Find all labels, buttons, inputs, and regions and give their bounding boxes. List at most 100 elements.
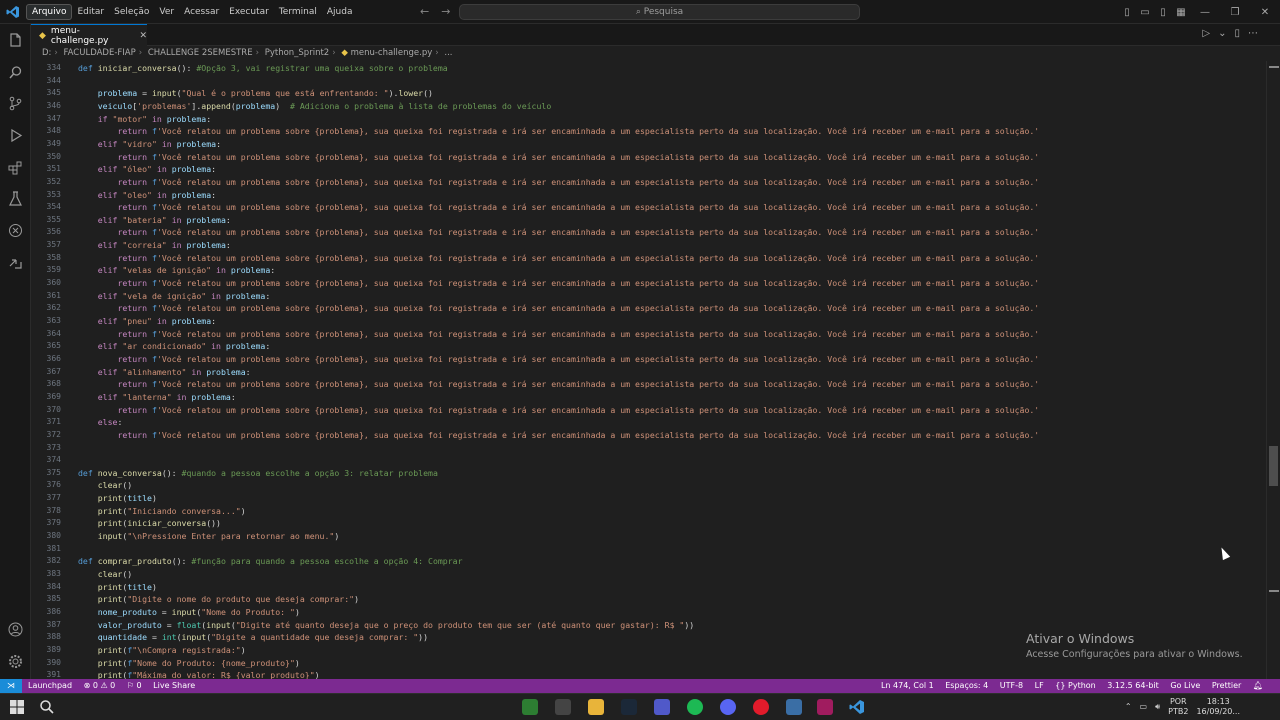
menu-executar[interactable]: Executar xyxy=(224,5,274,19)
menu-ver[interactable]: Ver xyxy=(154,5,179,19)
status-ports[interactable]: ⚐ 0 xyxy=(127,681,142,690)
extensions-icon[interactable] xyxy=(7,159,24,176)
network-icon[interactable]: ▭ xyxy=(1140,702,1148,712)
code-line[interactable]: if "motor" in problema: xyxy=(78,113,211,126)
status-launchpad[interactable]: Launchpad xyxy=(28,681,72,690)
run-debug-icon[interactable] xyxy=(7,127,24,144)
code-line[interactable]: return f'Você relatou um problema sobre … xyxy=(78,302,1039,315)
menu-terminal[interactable]: Terminal xyxy=(274,5,322,19)
code-line[interactable]: veiculo['problemas'].append(problema) # … xyxy=(78,100,552,113)
vscode-taskbar-icon[interactable] xyxy=(849,699,865,715)
back-arrow-icon[interactable]: ← xyxy=(420,5,441,18)
code-line[interactable]: elif "ar condicionado" in problema: xyxy=(78,340,271,353)
breadcrumb-item[interactable]: D: xyxy=(42,48,51,58)
toggle-panel-icon[interactable]: ▭ xyxy=(1136,7,1154,18)
menu-selecao[interactable]: Seleção xyxy=(109,5,154,19)
scrollbar-thumb[interactable] xyxy=(1269,446,1278,486)
code-line[interactable]: def comprar_produto(): #função para quan… xyxy=(78,555,463,568)
windows-start-icon[interactable] xyxy=(9,699,25,715)
status-prettier[interactable]: Prettier xyxy=(1212,681,1241,690)
toggle-sidebar-icon[interactable]: ▯ xyxy=(1118,7,1136,18)
accounts-icon[interactable] xyxy=(7,621,24,638)
vertical-scrollbar[interactable] xyxy=(1266,61,1280,679)
breadcrumb-item[interactable]: Python_Sprint2 xyxy=(265,48,330,58)
app-icon[interactable] xyxy=(786,699,802,715)
code-line[interactable]: return f'Você relatou um problema sobre … xyxy=(78,404,1039,417)
code-line[interactable]: return f'Você relatou um problema sobre … xyxy=(78,353,1039,366)
breadcrumb-item[interactable]: CHALLENGE 2SEMESTRE xyxy=(148,48,253,58)
customize-layout-icon[interactable]: ▦ xyxy=(1172,7,1190,18)
code-line[interactable]: elif "velas de ignição" in problema: xyxy=(78,264,276,277)
code-line[interactable]: return f'Você relatou um problema sobre … xyxy=(78,328,1039,341)
remote-explorer-icon[interactable] xyxy=(7,222,24,239)
code-editor[interactable]: 334 def iniciar_conversa(): #Opção 3, vai… xyxy=(31,61,1280,679)
code-line[interactable]: def iniciar_conversa(): #Opção 3, vai re… xyxy=(78,62,448,75)
explorer-icon[interactable] xyxy=(7,32,24,49)
restore-icon[interactable]: ❐ xyxy=(1220,7,1250,18)
code-line[interactable]: return f'Você relatou um problema sobre … xyxy=(78,176,1039,189)
spotify-icon[interactable] xyxy=(687,699,703,715)
code-line[interactable]: elif "vela de ignição" in problema: xyxy=(78,290,271,303)
code-line[interactable]: return f'Você relatou um problema sobre … xyxy=(78,201,1039,214)
file-explorer-icon[interactable] xyxy=(588,699,604,715)
breadcrumb-item[interactable]: ... xyxy=(444,48,452,58)
code-line[interactable]: elif "oleo" in problema: xyxy=(78,189,216,202)
code-line[interactable]: print(f"Nome do Produto: {nome_produto}"… xyxy=(78,657,300,670)
chevron-down-icon[interactable]: ⌄ xyxy=(1218,28,1234,39)
code-line[interactable]: elif "pneu" in problema: xyxy=(78,315,216,328)
toggle-secondary-sidebar-icon[interactable]: ▯ xyxy=(1154,7,1172,18)
menu-acessar[interactable]: Acessar xyxy=(179,5,224,19)
code-line[interactable]: print(f"\nCompra registrada:") xyxy=(78,644,246,657)
code-line[interactable]: clear() xyxy=(78,568,133,581)
status-problems[interactable]: ⊗ 0 ⚠ 0 xyxy=(84,681,116,690)
code-line[interactable]: else: xyxy=(78,416,123,429)
code-line[interactable]: print("Digite o nome do produto que dese… xyxy=(78,593,359,606)
source-control-icon[interactable] xyxy=(7,95,24,112)
code-line[interactable]: elif "alinhamento" in problema: xyxy=(78,366,251,379)
teams-icon[interactable] xyxy=(654,699,670,715)
breadcrumb-item[interactable]: FACULDADE-FIAP xyxy=(64,48,136,58)
menu-editar[interactable]: Editar xyxy=(72,5,109,19)
status-indentation[interactable]: Espaços: 4 xyxy=(945,681,988,690)
code-line[interactable]: print("Iniciando conversa...") xyxy=(78,505,246,518)
discord-icon[interactable] xyxy=(720,699,736,715)
app-icon[interactable] xyxy=(817,699,833,715)
code-line[interactable]: def nova_conversa(): #quando a pessoa es… xyxy=(78,467,438,480)
code-line[interactable]: return f'Você relatou um problema sobre … xyxy=(78,277,1039,290)
status-language[interactable]: {} Python xyxy=(1055,681,1095,690)
taskbar-search-icon[interactable] xyxy=(39,699,55,715)
status-live-share[interactable]: Live Share xyxy=(153,681,195,690)
code-line[interactable]: problema = input("Qual é o problema que … xyxy=(78,87,433,100)
tray-chevron-up-icon[interactable]: ⌃ xyxy=(1125,702,1132,712)
more-actions-icon[interactable]: ⋯ xyxy=(1248,28,1266,39)
code-line[interactable]: print(f"Máxima do valor: R$ {valor_produ… xyxy=(78,669,320,679)
code-line[interactable]: valor_produto = float(input("Digite até … xyxy=(78,619,695,632)
code-line[interactable]: return f'Você relatou um problema sobre … xyxy=(78,151,1039,164)
code-line[interactable]: nome_produto = input("Nome do Produto: "… xyxy=(78,606,300,619)
close-window-icon[interactable]: ✕ xyxy=(1250,7,1280,18)
app-icon[interactable] xyxy=(555,699,571,715)
manage-gear-icon[interactable] xyxy=(7,653,24,670)
code-line[interactable]: return f'Você relatou um problema sobre … xyxy=(78,429,1039,442)
code-line[interactable]: elif "bateria" in problema: xyxy=(78,214,231,227)
close-tab-icon[interactable]: ✕ xyxy=(139,31,147,41)
nvidia-app-icon[interactable] xyxy=(522,699,538,715)
split-editor-icon[interactable]: ▯ xyxy=(1234,28,1248,39)
minimize-icon[interactable]: — xyxy=(1190,7,1220,18)
code-line[interactable]: return f'Você relatou um problema sobre … xyxy=(78,252,1039,265)
remote-indicator-icon[interactable]: ⋊ xyxy=(0,679,22,693)
tab-menu-challenge[interactable]: ◆ menu-challenge.py ✕ xyxy=(31,24,147,46)
code-line[interactable]: quantidade = int(input("Digite a quantid… xyxy=(78,631,428,644)
status-cursor-position[interactable]: Ln 474, Col 1 xyxy=(881,681,934,690)
status-encoding[interactable]: UTF-8 xyxy=(1000,681,1023,690)
menu-ajuda[interactable]: Ajuda xyxy=(322,5,358,19)
clock[interactable]: 18:13 16/09/20... xyxy=(1196,697,1240,717)
code-line[interactable]: clear() xyxy=(78,479,133,492)
code-line[interactable]: print(iniciar_conversa()) xyxy=(78,517,221,530)
status-go-live[interactable]: Go Live xyxy=(1170,681,1200,690)
code-line[interactable]: return f'Você relatou um problema sobre … xyxy=(78,378,1039,391)
opera-gx-icon[interactable] xyxy=(753,699,769,715)
code-line[interactable]: input("\nPressione Enter para retornar a… xyxy=(78,530,340,543)
command-center-search[interactable]: ⌕ Pesquisa xyxy=(459,4,860,20)
code-line[interactable]: return f'Você relatou um problema sobre … xyxy=(78,226,1039,239)
